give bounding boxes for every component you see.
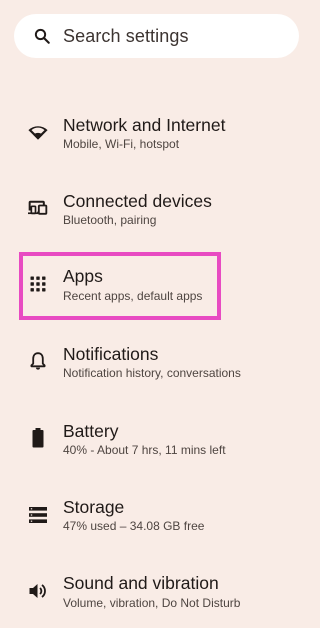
speaker-icon [26, 579, 50, 603]
search-bar[interactable]: Search settings [14, 14, 299, 58]
settings-item-title: Network and Internet [63, 115, 226, 135]
highlight-box [19, 252, 221, 320]
settings-item-network[interactable]: Network and Internet Mobile, Wi-Fi, hots… [0, 111, 313, 167]
settings-item-title: Notifications [63, 344, 159, 364]
settings-item-connected-devices[interactable]: Connected devices Bluetooth, pairing [0, 188, 313, 244]
settings-item-subtitle: Volume, vibration, Do Not Disturb [63, 596, 241, 610]
settings-item-subtitle: Mobile, Wi-Fi, hotspot [63, 137, 180, 151]
settings-item-subtitle: Bluetooth, pairing [63, 213, 157, 227]
settings-item-title: Storage [63, 497, 125, 517]
search-placeholder: Search settings [63, 25, 189, 46]
settings-item-title: Connected devices [63, 191, 212, 211]
settings-item-title: Battery [63, 421, 119, 441]
search-icon [33, 27, 51, 45]
connected-devices-icon [26, 196, 50, 220]
storage-icon [26, 503, 50, 527]
settings-item-sound[interactable]: Sound and vibration Volume, vibration, D… [0, 570, 313, 626]
bell-icon [26, 349, 50, 373]
settings-item-notifications[interactable]: Notifications Notification history, conv… [0, 341, 313, 397]
settings-item-title: Sound and vibration [63, 573, 219, 593]
settings-item-storage[interactable]: Storage 47% used – 34.08 GB free [0, 494, 313, 550]
settings-item-battery[interactable]: Battery 40% - About 7 hrs, 11 mins left [0, 418, 313, 474]
battery-icon [26, 426, 50, 450]
wifi-icon [26, 121, 50, 145]
settings-item-subtitle: 40% - About 7 hrs, 11 mins left [63, 443, 226, 457]
settings-item-subtitle: Notification history, conversations [63, 366, 241, 380]
settings-item-subtitle: 47% used – 34.08 GB free [63, 519, 205, 533]
